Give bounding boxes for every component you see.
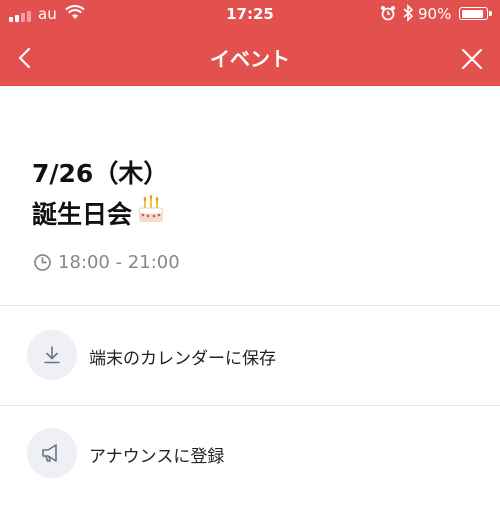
download-icon-circle — [27, 330, 77, 380]
megaphone-icon — [42, 444, 57, 462]
page-title: イベント — [210, 47, 290, 71]
download-icon — [44, 346, 60, 364]
birthday-cake-icon — [136, 195, 166, 231]
event-name-text: 誕生日会 — [32, 200, 133, 229]
save-to-calendar-button[interactable]: 端末のカレンダーに保存 — [0, 306, 500, 406]
alarm-icon — [380, 5, 396, 25]
event-date: 7/26（木） — [32, 159, 169, 188]
clock-icon — [34, 254, 51, 271]
status-bar: au 17:25 90% — [0, 0, 500, 30]
battery-percentage: 90% — [418, 5, 452, 23]
save-to-calendar-label: 端末のカレンダーに保存 — [89, 349, 276, 369]
megaphone-icon-circle — [27, 428, 77, 478]
event-title: 誕生日会 — [32, 195, 166, 231]
app-header: au 17:25 90% イベント — [0, 0, 500, 86]
event-time: 18:00 - 21:00 — [33, 252, 180, 273]
register-announcement-button[interactable]: アナウンスに登録 — [0, 406, 500, 506]
close-button[interactable] — [458, 45, 486, 73]
close-icon — [461, 48, 483, 70]
battery-icon — [459, 7, 492, 20]
bluetooth-icon — [402, 4, 414, 26]
event-time-text: 18:00 - 21:00 — [58, 252, 180, 273]
register-announcement-label: アナウンスに登録 — [89, 447, 225, 467]
